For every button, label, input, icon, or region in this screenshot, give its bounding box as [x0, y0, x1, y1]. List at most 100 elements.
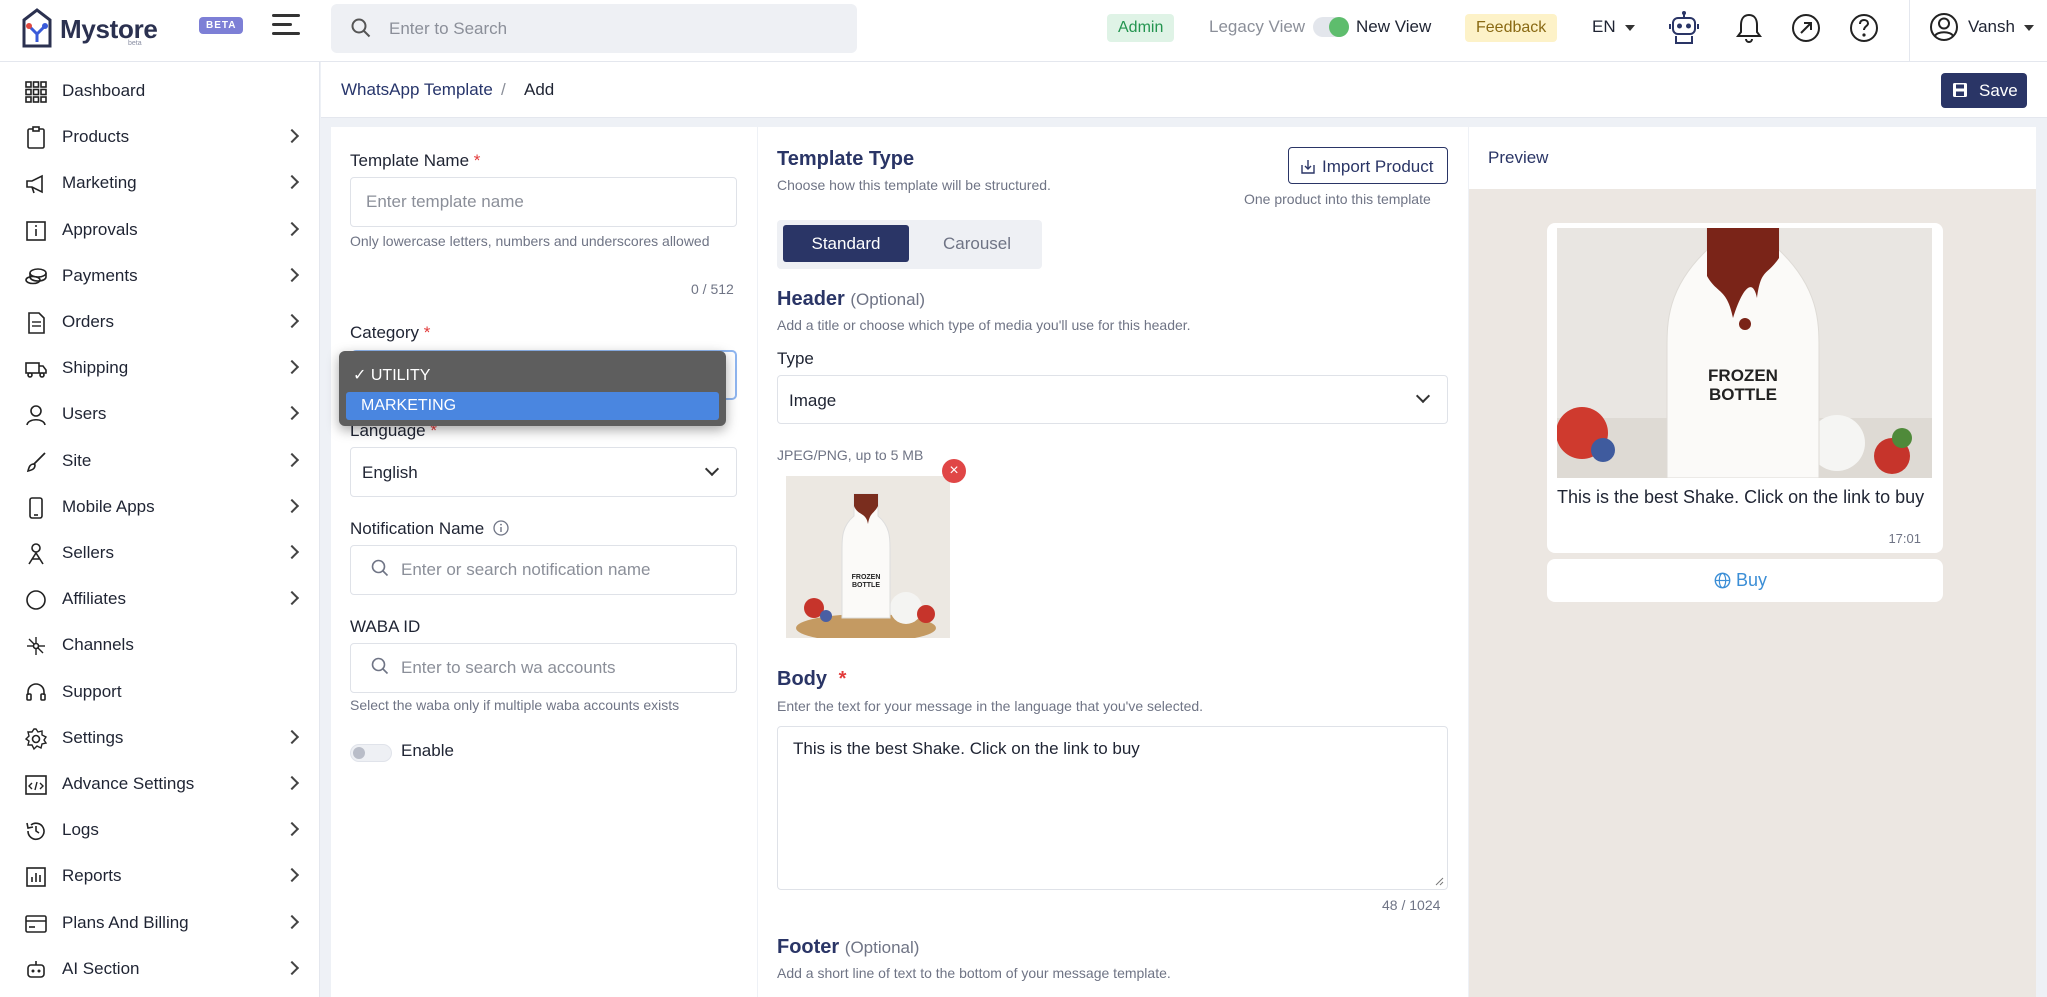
user-avatar-icon[interactable]	[1929, 12, 1959, 42]
sidebar-item-plans-and-billing[interactable]: Plans And Billing	[0, 901, 320, 947]
chevron-right-icon[interactable]	[284, 914, 300, 929]
preview-header-image: FROZEN BOTTLE	[1557, 228, 1932, 478]
tab-carousel[interactable]: Carousel	[917, 225, 1037, 262]
sidebar-item-products[interactable]: Products	[0, 115, 320, 161]
breadcrumb: WhatsApp Template / Add Save	[321, 62, 2047, 118]
sidebar-item-shipping[interactable]: Shipping	[0, 346, 320, 392]
chevron-right-icon[interactable]	[284, 729, 300, 744]
brand-name[interactable]: Mystore	[60, 14, 158, 45]
body-section-subtitle: Enter the text for your message in the l…	[777, 698, 1204, 714]
sidebar-item-marketing[interactable]: Marketing	[0, 161, 320, 207]
mystore-logo-icon[interactable]	[20, 6, 54, 50]
robot-icon[interactable]	[1666, 10, 1702, 46]
preview-buy-button[interactable]: Buy	[1547, 559, 1943, 602]
language-select[interactable]: English	[350, 447, 737, 497]
bell-icon[interactable]	[1731, 10, 1767, 46]
phone-icon	[24, 496, 48, 520]
sidebar-item-label: Payments	[62, 265, 138, 285]
notification-name-input[interactable]	[351, 546, 736, 594]
chevron-right-icon[interactable]	[284, 868, 300, 883]
category-option-marketing[interactable]: MARKETING	[346, 392, 719, 420]
body-text-value[interactable]: This is the best Shake. Click on the lin…	[793, 739, 1140, 759]
sidebar-item-users[interactable]: Users	[0, 392, 320, 438]
robot-icon	[24, 958, 48, 982]
sidebar-item-reports[interactable]: Reports	[0, 854, 320, 900]
sidebar-item-site[interactable]: Site	[0, 439, 320, 485]
chevron-right-icon[interactable]	[284, 775, 300, 791]
enable-toggle[interactable]	[350, 744, 392, 762]
sidebar-item-settings[interactable]: Settings	[0, 716, 320, 762]
notification-name-field[interactable]	[350, 545, 737, 595]
divider	[1909, 0, 1910, 62]
waba-id-field[interactable]	[350, 643, 737, 693]
user-name[interactable]: Vansh	[1968, 17, 2015, 37]
save-icon	[1952, 82, 1968, 98]
view-toggle[interactable]	[1313, 17, 1349, 37]
gear-icon	[24, 727, 48, 751]
header-image-thumbnail[interactable]: FROZEN BOTTLE	[786, 476, 950, 638]
sidebar-item-sellers[interactable]: Sellers	[0, 531, 320, 577]
report-icon	[24, 865, 48, 889]
help-icon[interactable]	[1846, 10, 1882, 46]
search-input[interactable]	[389, 4, 839, 53]
body-textarea[interactable]: This is the best Shake. Click on the lin…	[777, 726, 1448, 890]
template-name-field[interactable]	[350, 177, 737, 227]
template-name-input[interactable]	[351, 178, 736, 226]
chevron-right-icon[interactable]	[284, 544, 300, 560]
truck-icon	[24, 357, 48, 381]
waba-id-input[interactable]	[351, 644, 736, 692]
chevron-right-icon[interactable]	[284, 313, 300, 329]
chevron-right-icon[interactable]	[284, 452, 300, 467]
admin-badge[interactable]: Admin	[1107, 14, 1175, 42]
sidebar-item-mobile-apps[interactable]: Mobile Apps	[0, 485, 320, 531]
chevron-right-icon[interactable]	[284, 498, 300, 513]
tab-standard[interactable]: Standard	[783, 225, 909, 262]
global-search[interactable]	[331, 4, 857, 53]
sidebar-item-payments[interactable]: Payments	[0, 254, 320, 300]
chevron-right-icon[interactable]	[284, 267, 300, 282]
sidebar-item-label: Sellers	[62, 543, 114, 562]
chevron-right-icon[interactable]	[284, 960, 300, 975]
sidebar-item-advance-settings[interactable]: Advance Settings	[0, 762, 320, 808]
sidebar-item-orders[interactable]: Orders	[0, 300, 320, 346]
history-icon	[24, 819, 48, 843]
chevron-right-icon[interactable]	[284, 406, 300, 421]
header-type-select[interactable]: Image	[777, 375, 1448, 424]
sidebar-item-channels[interactable]: Channels	[0, 623, 320, 669]
save-button[interactable]: Save	[1941, 73, 2027, 108]
legacy-view-label[interactable]: Legacy View	[1209, 17, 1305, 37]
chevron-right-icon[interactable]	[284, 822, 300, 837]
sidebar-item-ai-section[interactable]: AI Section	[0, 947, 320, 993]
bottle-label: FROZEN	[852, 574, 881, 581]
template-name-counter: 0 / 512	[691, 281, 734, 297]
language-select[interactable]: EN	[1592, 17, 1616, 37]
category-dropdown: ✓ UTILITY MARKETING	[339, 351, 726, 426]
chevron-right-icon[interactable]	[284, 360, 300, 375]
chevron-right-icon[interactable]	[284, 221, 300, 236]
chevron-right-icon[interactable]	[284, 175, 300, 190]
category-option-utility[interactable]: ✓ UTILITY	[353, 365, 430, 385]
feedback-button[interactable]: Feedback	[1465, 14, 1558, 42]
chevron-right-icon[interactable]	[284, 129, 300, 144]
chevron-down-icon	[1415, 388, 1431, 404]
sidebar-item-approvals[interactable]: Approvals	[0, 208, 320, 254]
chevron-right-icon[interactable]	[284, 591, 300, 606]
search-icon	[351, 18, 371, 38]
import-product-button[interactable]: Import Product	[1288, 147, 1448, 184]
code-icon	[24, 773, 48, 797]
sidebar-item-label: Orders	[62, 312, 114, 331]
menu-toggle-icon[interactable]	[272, 14, 304, 42]
breadcrumb-whatsapp-template[interactable]: WhatsApp Template	[341, 80, 493, 100]
sidebar-item-affiliates[interactable]: Affiliates	[0, 577, 320, 623]
caret-down-icon[interactable]	[2024, 25, 2034, 31]
external-link-icon[interactable]	[1788, 10, 1824, 46]
caret-down-icon[interactable]	[1625, 25, 1635, 31]
check-icon: ✓	[353, 367, 367, 384]
resize-handle-icon[interactable]	[1434, 876, 1444, 886]
sidebar-item-logs[interactable]: Logs	[0, 808, 320, 854]
info-icon[interactable]	[493, 520, 509, 536]
sidebar-item-support[interactable]: Support	[0, 670, 320, 716]
new-view-label[interactable]: New View	[1356, 17, 1431, 37]
sidebar-item-dashboard[interactable]: Dashboard	[0, 69, 320, 115]
remove-image-button[interactable]: ×	[942, 459, 966, 483]
